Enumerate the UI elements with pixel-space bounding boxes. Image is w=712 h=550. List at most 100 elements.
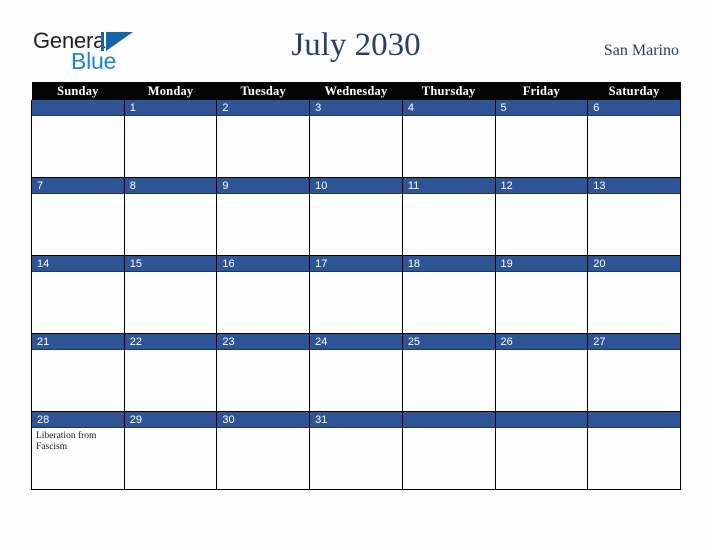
weekday-header-wednesday: Wednesday xyxy=(309,82,403,100)
calendar-day-cell[interactable]: 5 xyxy=(494,100,589,178)
day-number: 8 xyxy=(124,178,217,194)
day-cell-content: 15 xyxy=(124,256,217,333)
calendar-week-row: 21 22 23 24 25 26 27 xyxy=(31,333,681,412)
day-number: 23 xyxy=(217,334,310,350)
day-number: 3 xyxy=(310,100,402,116)
day-number: 16 xyxy=(217,256,310,272)
day-cell-content: 17 xyxy=(310,256,402,333)
calendar-day-cell[interactable]: 4 xyxy=(401,100,496,178)
day-cell-content: 11 xyxy=(402,178,495,255)
calendar-week-row: 28 Liberation from Fascism 29 30 31 xyxy=(31,411,681,490)
day-cell-content: 26 xyxy=(495,334,588,411)
day-cell-content: 9 xyxy=(217,178,310,255)
calendar-empty-cell[interactable] xyxy=(494,411,589,490)
calendar-day-cell[interactable]: 2 xyxy=(216,100,311,178)
day-cell-content: 24 xyxy=(310,334,402,411)
day-cell-content: 7 xyxy=(32,178,124,255)
day-number: 6 xyxy=(588,100,680,116)
calendar-day-cell[interactable]: 29 xyxy=(123,411,218,490)
weekday-header-sunday: Sunday xyxy=(31,82,125,100)
calendar-day-cell[interactable]: 9 xyxy=(216,177,311,256)
calendar-day-cell[interactable]: 24 xyxy=(309,333,403,412)
calendar-day-cell[interactable]: 13 xyxy=(587,177,681,256)
day-number: 12 xyxy=(495,178,588,194)
day-number: 17 xyxy=(310,256,402,272)
day-events: Liberation from Fascism xyxy=(32,428,124,453)
day-number: 15 xyxy=(124,256,217,272)
page-header: General Blue July 2030 San Marino xyxy=(0,0,712,82)
weekday-header-friday: Friday xyxy=(495,82,588,100)
day-number: 10 xyxy=(310,178,402,194)
day-cell-content: 10 xyxy=(310,178,402,255)
day-number: 29 xyxy=(124,412,217,428)
day-number: 25 xyxy=(402,334,495,350)
calendar-day-cell[interactable]: 28 Liberation from Fascism xyxy=(31,411,125,490)
day-cell-content: 31 xyxy=(310,412,402,489)
day-cell-content xyxy=(402,412,495,489)
day-number xyxy=(32,100,124,116)
day-cell-content: 19 xyxy=(495,256,588,333)
day-cell-content xyxy=(32,100,124,177)
calendar-day-cell[interactable]: 11 xyxy=(401,177,496,256)
calendar-day-cell[interactable]: 17 xyxy=(309,255,403,334)
calendar-day-cell[interactable]: 27 xyxy=(587,333,681,412)
weekday-header-row: Sunday Monday Tuesday Wednesday Thursday… xyxy=(31,82,681,100)
day-cell-content: 16 xyxy=(217,256,310,333)
day-number: 31 xyxy=(310,412,402,428)
day-number: 28 xyxy=(32,412,124,428)
day-cell-content: 6 xyxy=(588,100,680,177)
calendar-empty-cell[interactable] xyxy=(31,100,125,178)
day-number: 21 xyxy=(32,334,124,350)
calendar-day-cell[interactable]: 21 xyxy=(31,333,125,412)
day-cell-content: 12 xyxy=(495,178,588,255)
day-number: 22 xyxy=(124,334,217,350)
day-cell-content: 8 xyxy=(124,178,217,255)
day-number: 13 xyxy=(588,178,680,194)
day-number: 1 xyxy=(124,100,217,116)
calendar-day-cell[interactable]: 3 xyxy=(309,100,403,178)
calendar-day-cell[interactable]: 22 xyxy=(123,333,218,412)
day-cell-content: 14 xyxy=(32,256,124,333)
calendar-day-cell[interactable]: 18 xyxy=(401,255,496,334)
weekday-header-monday: Monday xyxy=(124,82,217,100)
calendar-day-cell[interactable]: 12 xyxy=(494,177,589,256)
calendar-day-cell[interactable]: 31 xyxy=(309,411,403,490)
day-number: 5 xyxy=(495,100,588,116)
calendar-empty-cell[interactable] xyxy=(401,411,496,490)
day-cell-content: 21 xyxy=(32,334,124,411)
weekday-header-tuesday: Tuesday xyxy=(216,82,310,100)
day-number xyxy=(402,412,495,428)
day-number: 4 xyxy=(402,100,495,116)
calendar-day-cell[interactable]: 7 xyxy=(31,177,125,256)
calendar-day-cell[interactable]: 10 xyxy=(309,177,403,256)
calendar-day-cell[interactable]: 15 xyxy=(123,255,218,334)
day-cell-content: 1 xyxy=(124,100,217,177)
day-cell-content xyxy=(495,412,588,489)
calendar-grid: Sunday Monday Tuesday Wednesday Thursday… xyxy=(31,82,681,490)
calendar-day-cell[interactable]: 6 xyxy=(587,100,681,178)
day-number: 18 xyxy=(402,256,495,272)
calendar-day-cell[interactable]: 8 xyxy=(123,177,218,256)
day-number: 24 xyxy=(310,334,402,350)
day-number: 11 xyxy=(402,178,495,194)
day-number xyxy=(588,412,680,428)
calendar-day-cell[interactable]: 1 xyxy=(123,100,218,178)
calendar-day-cell[interactable]: 23 xyxy=(216,333,311,412)
day-number: 2 xyxy=(217,100,310,116)
day-cell-content: 25 xyxy=(402,334,495,411)
day-number: 26 xyxy=(495,334,588,350)
day-number: 27 xyxy=(588,334,680,350)
calendar-day-cell[interactable]: 19 xyxy=(494,255,589,334)
day-cell-content: 29 xyxy=(124,412,217,489)
calendar-day-cell[interactable]: 20 xyxy=(587,255,681,334)
day-cell-content: 20 xyxy=(588,256,680,333)
calendar-day-cell[interactable]: 30 xyxy=(216,411,311,490)
calendar-day-cell[interactable]: 14 xyxy=(31,255,125,334)
day-number: 30 xyxy=(217,412,310,428)
calendar-day-cell[interactable]: 25 xyxy=(401,333,496,412)
calendar-empty-cell[interactable] xyxy=(587,411,681,490)
calendar-day-cell[interactable]: 26 xyxy=(494,333,589,412)
calendar-header-row: Sunday Monday Tuesday Wednesday Thursday… xyxy=(31,82,681,100)
calendar-day-cell[interactable]: 16 xyxy=(216,255,311,334)
day-cell-content: 30 xyxy=(217,412,310,489)
